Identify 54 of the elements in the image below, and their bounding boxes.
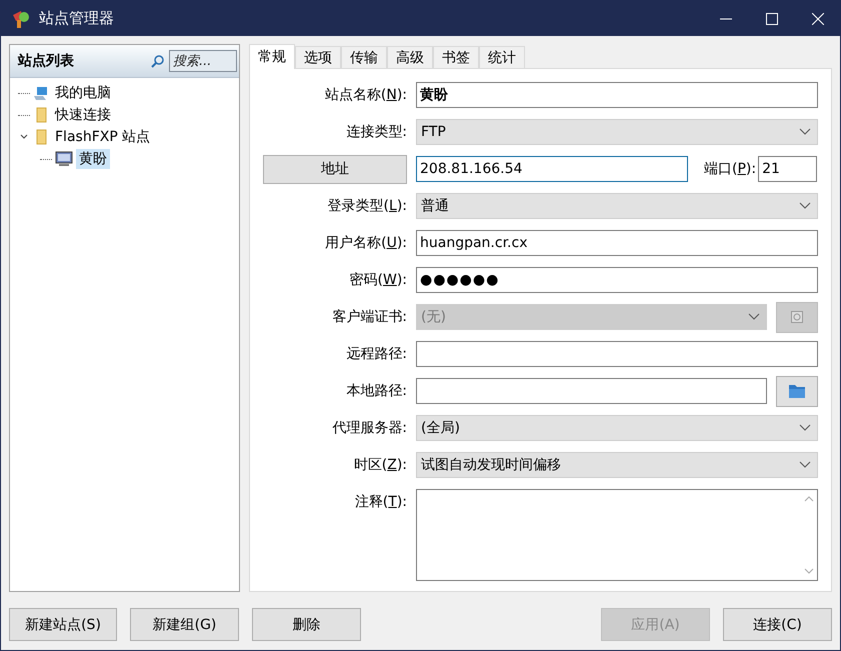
field-label: 本地路径: bbox=[345, 382, 407, 400]
tree-item[interactable]: 快速连接 bbox=[52, 105, 114, 125]
tab[interactable]: 常规 bbox=[249, 44, 295, 69]
field-label: 连接类型: bbox=[345, 123, 407, 141]
browse-button[interactable] bbox=[776, 376, 818, 406]
field-label: 密码(W): bbox=[348, 271, 407, 289]
app-icon bbox=[11, 8, 31, 28]
monitor-icon bbox=[55, 151, 73, 167]
port-field[interactable]: 21 bbox=[758, 156, 818, 182]
tab[interactable]: 选项 bbox=[295, 46, 341, 68]
search-field[interactable]: 搜索... bbox=[169, 50, 237, 72]
dropdown[interactable]: FTP bbox=[416, 119, 818, 145]
text-field[interactable]: huangpan.cr.cx bbox=[416, 230, 818, 256]
action-button[interactable]: 删除 bbox=[252, 608, 361, 641]
path-field[interactable] bbox=[416, 378, 767, 404]
comment-field[interactable] bbox=[416, 489, 818, 581]
tree-item[interactable]: 我的电脑 bbox=[52, 83, 114, 103]
field-label: 用户名称(U): bbox=[324, 234, 407, 252]
tab[interactable]: 传输 bbox=[341, 46, 387, 68]
text-field[interactable] bbox=[416, 341, 818, 367]
computer-icon bbox=[33, 85, 49, 101]
tab[interactable]: 书签 bbox=[433, 46, 479, 68]
text-field[interactable]: 黄盼 bbox=[416, 82, 818, 108]
tree-item[interactable]: 黄盼 bbox=[76, 149, 110, 169]
field-label: 注释(T): bbox=[354, 493, 407, 511]
dropdown[interactable]: (全局) bbox=[416, 415, 818, 441]
password-field[interactable]: ●●●●●● bbox=[416, 267, 818, 293]
action-button[interactable]: 新建站点(S) bbox=[9, 608, 117, 641]
scroll-down-icon[interactable] bbox=[804, 568, 814, 574]
maximize-icon[interactable] bbox=[766, 12, 778, 24]
field-label: 站点名称(N): bbox=[324, 86, 407, 104]
dropdown[interactable]: 普通 bbox=[416, 193, 818, 219]
certificate-icon bbox=[790, 310, 804, 324]
address-field[interactable]: 208.81.166.54 bbox=[416, 156, 688, 182]
tab[interactable]: 高级 bbox=[387, 46, 433, 68]
tab[interactable]: 统计 bbox=[479, 46, 525, 68]
window-title: 站点管理器 bbox=[39, 9, 114, 28]
dropdown[interactable]: 试图自动发现时间偏移 bbox=[416, 452, 818, 478]
search-icon bbox=[151, 54, 165, 68]
field-label: 远程路径: bbox=[345, 345, 407, 363]
field-label: 登录类型(L): bbox=[326, 197, 407, 215]
field-label: 时区(Z): bbox=[352, 456, 407, 474]
close-icon[interactable] bbox=[812, 12, 824, 24]
field-label: 端口(P): bbox=[704, 160, 756, 178]
panel-title: 站点列表 bbox=[18, 52, 75, 70]
folder-icon bbox=[788, 383, 806, 399]
collapse-icon[interactable] bbox=[18, 133, 30, 141]
field-label: 客户端证书: bbox=[331, 308, 407, 326]
tree-item[interactable]: FlashFXP 站点 bbox=[52, 127, 154, 147]
action-button[interactable]: 连接(C) bbox=[723, 608, 832, 641]
scroll-up-icon[interactable] bbox=[804, 496, 814, 502]
action-button[interactable]: 新建组(G) bbox=[130, 608, 239, 641]
address-button[interactable]: 地址 bbox=[263, 154, 407, 184]
field-label: 代理服务器: bbox=[331, 419, 407, 437]
